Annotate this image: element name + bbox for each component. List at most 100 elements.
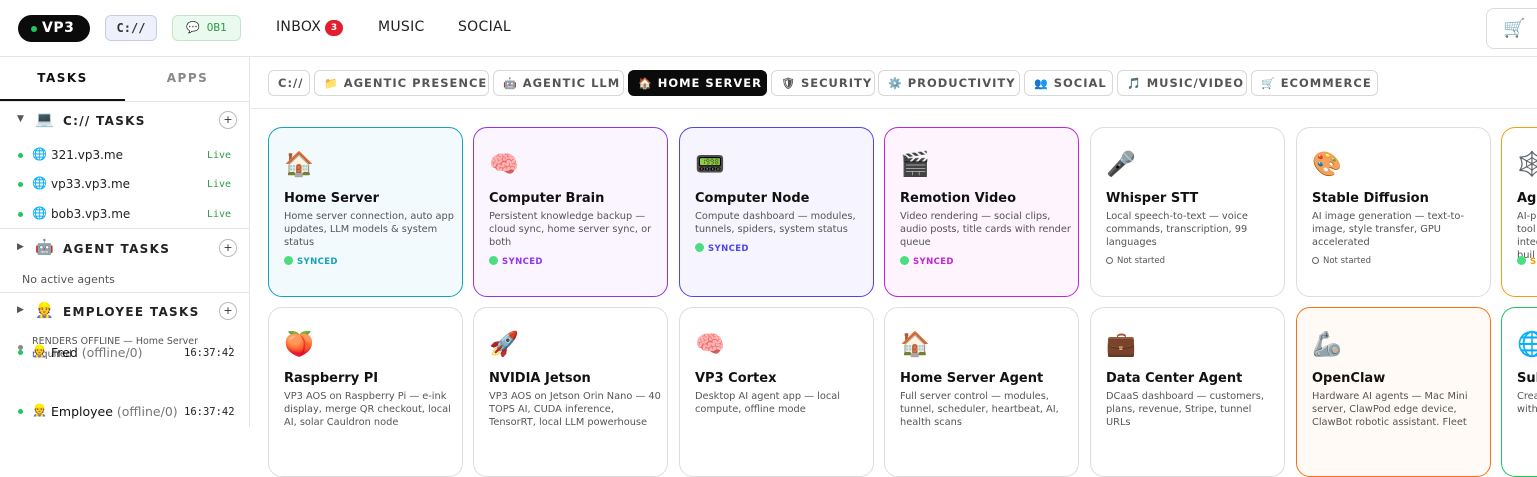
app-card-partial[interactable]: 🕸️ Ag AI-p tool integ buil S [1501, 127, 1537, 297]
card-description: Video rendering — social clips, audio po… [900, 211, 1071, 248]
status-dot-icon [695, 243, 704, 252]
category-productivity[interactable]: ⚙️ PRODUCTIVITY [878, 70, 1020, 96]
section-title: AGENT TASKS [63, 242, 171, 256]
site-name: vp33.vp3.me [51, 177, 131, 191]
section-employee-tasks[interactable]: ▶ 👷 EMPLOYEE TASKS + [0, 301, 250, 323]
category-social[interactable]: 👥 SOCIAL [1024, 70, 1113, 96]
nav-music[interactable]: MUSIC [378, 19, 425, 35]
category-agentic-presence[interactable]: 📁 AGENTIC PRESENCE [314, 70, 489, 96]
section-c-tasks[interactable]: ▼ 💻 C:// TASKS + [0, 110, 250, 132]
app-card-data-center-agent[interactable]: 💼 Data Center Agent DCaaS dashboard — cu… [1090, 307, 1285, 477]
cart-icon: 🛒 [1261, 77, 1276, 90]
app-card-stable-diffusion[interactable]: 🎨 Stable Diffusion AI image generation —… [1296, 127, 1491, 297]
card-description: VP3 AOS on Jetson Orin Nano — 40 TOPS AI… [489, 391, 661, 428]
status-label: SYNCED [708, 244, 749, 254]
app-card-remotion-video[interactable]: 🎬 Remotion Video Video rendering — socia… [884, 127, 1079, 297]
category-label: AGENTIC PRESENCE [343, 76, 488, 90]
card-status: SYNCED [284, 256, 338, 267]
live-dot-icon [18, 212, 23, 217]
globe-icon: 🌐 [32, 147, 47, 161]
site-item[interactable]: 🌐 bob3.vp3.me Live [0, 206, 250, 224]
card-title: Whisper STT [1106, 191, 1199, 206]
app-card-home-server[interactable]: 🏠 Home Server Home server connection, au… [268, 127, 463, 297]
category-c-drive[interactable]: C:// [268, 70, 310, 96]
site-status: Live [207, 150, 232, 161]
card-description: Desktop AI agent app — local compute, of… [695, 391, 840, 415]
nav-social[interactable]: SOCIAL [458, 19, 511, 35]
app-card-vp3-cortex[interactable]: 🧠 VP3 Cortex Desktop AI agent app — loca… [679, 307, 874, 477]
site-item[interactable]: 🌐 vp33.vp3.me Live [0, 176, 250, 194]
globe-icon: 🌐 [32, 206, 47, 220]
live-dot-icon [18, 153, 23, 158]
card-description: Home server connection, auto app updates… [284, 211, 454, 248]
app-card-home-server-agent[interactable]: 🏠 Home Server Agent Full server control … [884, 307, 1079, 477]
card-title: Computer Node [695, 191, 810, 206]
card-status: SYNCED [900, 256, 954, 267]
house-icon: 🏠 [638, 77, 653, 90]
app-card-openclaw[interactable]: 🦾 OpenClaw Hardware AI agents — Mac Mini… [1296, 307, 1491, 477]
card-description: Persistent knowledge backup — cloud sync… [489, 211, 652, 248]
tab-tasks[interactable]: TASKS [0, 71, 125, 85]
sidebar: TASKS APPS ▼ 💻 C:// TASKS + 🌐 321.vp3.me L… [0, 57, 250, 427]
category-agentic-llm[interactable]: 🤖 AGENTIC LLM [493, 70, 624, 96]
nav-inbox-label: INBOX [276, 19, 322, 35]
card-title: Remotion Video [900, 191, 1017, 206]
tab-apps[interactable]: APPS [125, 71, 250, 85]
category-music-video[interactable]: 🎵 MUSIC/VIDEO [1117, 70, 1247, 96]
card-description: AI-p tool integ buil [1517, 211, 1537, 261]
tab-divider [0, 101, 250, 102]
card-description: DCaaS dashboard — customers, plans, reve… [1106, 391, 1264, 428]
expand-arrow-icon: ▶ [17, 242, 24, 252]
active-tab-indicator [0, 99, 125, 101]
employee-name: Fred [51, 345, 78, 360]
card-title: Home Server [284, 191, 379, 206]
employee-status: (offline/0) [116, 404, 178, 419]
card-description: Crea with [1517, 391, 1537, 415]
worker-icon: 👷 [32, 344, 47, 358]
status-label: SYNCED [502, 257, 543, 267]
cart-button[interactable]: 🛒 [1486, 8, 1537, 49]
app-card-computer-brain[interactable]: 🧠 Computer Brain Persistent knowledge ba… [473, 127, 668, 297]
card-title: VP3 Cortex [695, 371, 777, 386]
web-icon: 🕸️ [1517, 150, 1537, 178]
ob1-pill[interactable]: 💬 OB1 [172, 15, 241, 41]
app-card-raspberry-pi[interactable]: 🍑 Raspberry PI VP3 AOS on Raspberry Pi —… [268, 307, 463, 477]
status-label: SYNCED [913, 257, 954, 267]
employee-item[interactable]: 👷 Employee (offline/0) 16:37:42 [0, 403, 250, 421]
add-agent-button[interactable]: + [219, 239, 237, 257]
section-agent-tasks[interactable]: ▶ 🤖 AGENT TASKS + [0, 238, 250, 260]
card-status: SYNCED [695, 243, 749, 254]
employee-time: 16:37:42 [184, 406, 235, 418]
briefcase-icon: 💼 [1106, 330, 1136, 358]
category-label: ECOMMERCE [1280, 76, 1372, 90]
brand-logo[interactable]: VP3 [18, 15, 90, 42]
app-card-nvidia-jetson[interactable]: 🚀 NVIDIA Jetson VP3 AOS on Jetson Orin N… [473, 307, 668, 477]
site-item[interactable]: 🌐 321.vp3.me Live [0, 147, 250, 165]
employee-item[interactable]: 👷 Fred (offline/0) 16:37:42 [0, 344, 250, 362]
worker-icon: 👷 [32, 403, 47, 417]
brain-icon: 🧠 [489, 150, 519, 178]
app-card-whisper-stt[interactable]: 🎤 Whisper STT Local speech-to-text — voi… [1090, 127, 1285, 297]
nav-inbox[interactable]: INBOX 3 [276, 19, 344, 36]
path-pill[interactable]: C:// [105, 15, 157, 41]
employee-name: Employee [51, 404, 113, 419]
robot-icon: 🤖 [35, 238, 54, 256]
app-card-computer-node[interactable]: 📟 Computer Node Compute dashboard — modu… [679, 127, 874, 297]
category-home-server[interactable]: 🏠 HOME SERVER [628, 70, 767, 96]
app-card-partial[interactable]: 🌐 Sul Crea with [1501, 307, 1537, 477]
robot-arm-icon: 🦾 [1312, 330, 1342, 358]
category-label: C:// [278, 76, 304, 90]
section-divider [0, 228, 250, 229]
add-task-button[interactable]: + [219, 111, 237, 129]
rocket-icon: 🚀 [489, 330, 519, 358]
category-security[interactable]: 🛡 SECURITY [771, 70, 875, 96]
category-label: HOME SERVER [657, 76, 763, 90]
category-label: PRODUCTIVITY [907, 76, 1016, 90]
brand-label: VP3 [42, 20, 75, 36]
status-dot-icon [900, 256, 909, 265]
category-ecommerce[interactable]: 🛒 ECOMMERCE [1251, 70, 1378, 96]
add-employee-button[interactable]: + [219, 302, 237, 320]
shield-icon: 🛡 [781, 77, 796, 90]
top-bar: VP3 C:// 💬 OB1 INBOX 3 MUSIC SOCIAL 🛒 [0, 0, 1537, 57]
status-dot-icon [1312, 257, 1319, 264]
